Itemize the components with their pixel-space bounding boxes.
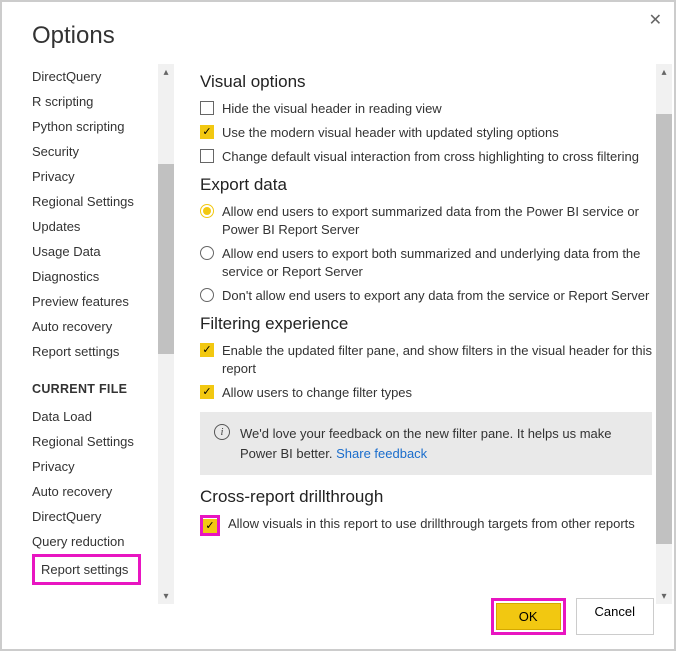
change-filter-types-option[interactable]: Allow users to change filter types bbox=[200, 384, 652, 402]
scroll-up-icon[interactable]: ▴ bbox=[656, 64, 672, 80]
sidebar: DirectQueryR scriptingPython scriptingSe… bbox=[12, 64, 174, 604]
main-pane: Visual options Hide the visual header in… bbox=[174, 64, 674, 604]
export-summarized-option[interactable]: Allow end users to export summarized dat… bbox=[200, 203, 652, 239]
dialog-title: Options bbox=[2, 2, 674, 64]
scroll-down-icon[interactable]: ▾ bbox=[158, 588, 174, 604]
checkbox-checked-icon[interactable] bbox=[203, 519, 217, 533]
info-icon: i bbox=[214, 424, 230, 440]
sidebar-item[interactable]: Preview features bbox=[32, 289, 174, 314]
sidebar-item[interactable]: Updates bbox=[32, 214, 174, 239]
sidebar-item[interactable]: Report settings bbox=[32, 339, 174, 364]
export-both-option[interactable]: Allow end users to export both summarize… bbox=[200, 245, 652, 281]
feedback-panel: i We'd love your feedback on the new fil… bbox=[200, 412, 652, 475]
sidebar-item[interactable]: Auto recovery bbox=[32, 314, 174, 339]
sidebar-item[interactable]: R scripting bbox=[32, 89, 174, 114]
sidebar-item[interactable]: Usage Data bbox=[32, 239, 174, 264]
checkbox-icon[interactable] bbox=[200, 149, 214, 163]
checkbox-checked-icon[interactable] bbox=[200, 125, 214, 139]
radio-icon[interactable] bbox=[200, 288, 214, 302]
sidebar-item[interactable]: Query reduction bbox=[32, 529, 174, 554]
sidebar-item[interactable]: Regional Settings bbox=[32, 189, 174, 214]
radio-icon[interactable] bbox=[200, 246, 214, 260]
cross-report-drillthrough-option[interactable]: Allow visuals in this report to use dril… bbox=[200, 515, 652, 536]
sidebar-item[interactable]: DirectQuery bbox=[32, 64, 174, 89]
checkbox-checked-icon[interactable] bbox=[200, 385, 214, 399]
sidebar-item[interactable]: Data Load bbox=[32, 404, 174, 429]
visual-options-heading: Visual options bbox=[200, 72, 652, 92]
sidebar-item[interactable]: Auto recovery bbox=[32, 479, 174, 504]
export-none-option[interactable]: Don't allow end users to export any data… bbox=[200, 287, 652, 305]
main-scroll-thumb[interactable] bbox=[656, 114, 672, 544]
sidebar-section-header: CURRENT FILE bbox=[32, 364, 174, 404]
feedback-text: We'd love your feedback on the new filte… bbox=[240, 424, 638, 463]
sidebar-item[interactable]: Python scripting bbox=[32, 114, 174, 139]
sidebar-item[interactable]: Diagnostics bbox=[32, 264, 174, 289]
cross-filtering-option[interactable]: Change default visual interaction from c… bbox=[200, 148, 652, 166]
cancel-button[interactable]: Cancel bbox=[576, 598, 654, 635]
sidebar-item[interactable]: DirectQuery bbox=[32, 504, 174, 529]
highlight-annotation: OK bbox=[491, 598, 566, 635]
export-data-heading: Export data bbox=[200, 175, 652, 195]
sidebar-item[interactable]: Report settings bbox=[37, 559, 132, 580]
scroll-up-icon[interactable]: ▴ bbox=[158, 64, 174, 80]
checkbox-checked-icon[interactable] bbox=[200, 343, 214, 357]
close-icon[interactable]: ✕ bbox=[649, 10, 662, 30]
ok-button[interactable]: OK bbox=[496, 603, 561, 630]
options-dialog: ✕ Options DirectQueryR scriptingPython s… bbox=[0, 0, 676, 651]
cross-report-heading: Cross-report drillthrough bbox=[200, 487, 652, 507]
dialog-footer: OK Cancel bbox=[491, 598, 654, 635]
sidebar-scroll-thumb[interactable] bbox=[158, 164, 174, 354]
sidebar-item[interactable]: Security bbox=[32, 139, 174, 164]
updated-filter-pane-option[interactable]: Enable the updated filter pane, and show… bbox=[200, 342, 652, 378]
scroll-down-icon[interactable]: ▾ bbox=[656, 588, 672, 604]
modern-visual-header-option[interactable]: Use the modern visual header with update… bbox=[200, 124, 652, 142]
sidebar-item[interactable]: Privacy bbox=[32, 454, 174, 479]
sidebar-item[interactable]: Privacy bbox=[32, 164, 174, 189]
checkbox-icon[interactable] bbox=[200, 101, 214, 115]
highlight-annotation bbox=[200, 515, 220, 536]
share-feedback-link[interactable]: Share feedback bbox=[336, 446, 427, 461]
highlight-annotation: Report settings bbox=[32, 554, 141, 585]
filtering-heading: Filtering experience bbox=[200, 314, 652, 334]
sidebar-item[interactable]: Regional Settings bbox=[32, 429, 174, 454]
radio-checked-icon[interactable] bbox=[200, 204, 214, 218]
hide-visual-header-option[interactable]: Hide the visual header in reading view bbox=[200, 100, 652, 118]
